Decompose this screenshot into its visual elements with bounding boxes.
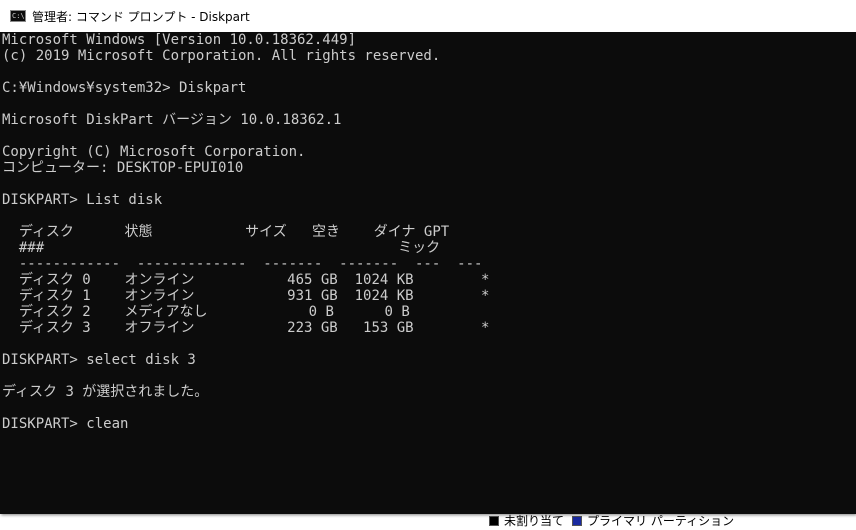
disk-table-divider: ------------ ------------- ------- -----…	[2, 256, 483, 272]
command-prompt-line[interactable]: DISKPART> clean	[2, 416, 852, 432]
unallocated-swatch-icon	[489, 515, 499, 526]
disk-table-row: ディスク 1 オンライン 931 GB 1024 KB *	[2, 288, 490, 304]
console-line: DISKPART> List disk	[2, 192, 163, 208]
disk-table-row: ディスク 3 オフライン 223 GB 153 GB *	[2, 320, 490, 336]
console-line: Microsoft DiskPart バージョン 10.0.18362.1	[2, 112, 342, 128]
legend-label-unallocated: 未割り当て	[504, 514, 565, 528]
console-line: Microsoft Windows [Version 10.0.18362.44…	[2, 32, 357, 48]
disk-table-header: ### ミック	[2, 240, 441, 256]
console-line: ディスク 3 が選択されました。	[2, 384, 209, 400]
disk-table-header: ディスク 状態 サイズ 空き ダイナ GPT	[2, 224, 450, 240]
console-line: DISKPART> select disk 3	[2, 352, 196, 368]
window-title: 管理者: コマンド プロンプト - Diskpart	[32, 9, 250, 24]
window-titlebar[interactable]: C:\ 管理者: コマンド プロンプト - Diskpart	[0, 0, 856, 32]
disk-table-row: ディスク 0 オンライン 465 GB 1024 KB *	[2, 272, 490, 288]
console-output[interactable]: Microsoft Windows [Version 10.0.18362.44…	[2, 32, 852, 510]
console-line: コンピューター: DESKTOP-EPUI010	[2, 160, 244, 176]
disk-table-row: ディスク 2 メディアなし 0 B 0 B	[2, 304, 410, 320]
legend-label-primary-partition: プライマリ パーティション	[587, 514, 735, 528]
cmd-icon: C:\	[10, 10, 26, 22]
console-line: Copyright (C) Microsoft Corporation.	[2, 144, 306, 160]
console-line: (c) 2019 Microsoft Corporation. All righ…	[2, 48, 441, 64]
legend-item-primary-partition: プライマリ パーティション	[572, 512, 734, 529]
command-prompt-window[interactable]: C:\ 管理者: コマンド プロンプト - Diskpart Microsoft…	[0, 0, 856, 514]
console-line: C:¥Windows¥system32> Diskpart	[2, 80, 247, 96]
primary-partition-swatch-icon	[572, 515, 583, 526]
legend-item-unallocated: 未割り当て	[489, 512, 564, 529]
